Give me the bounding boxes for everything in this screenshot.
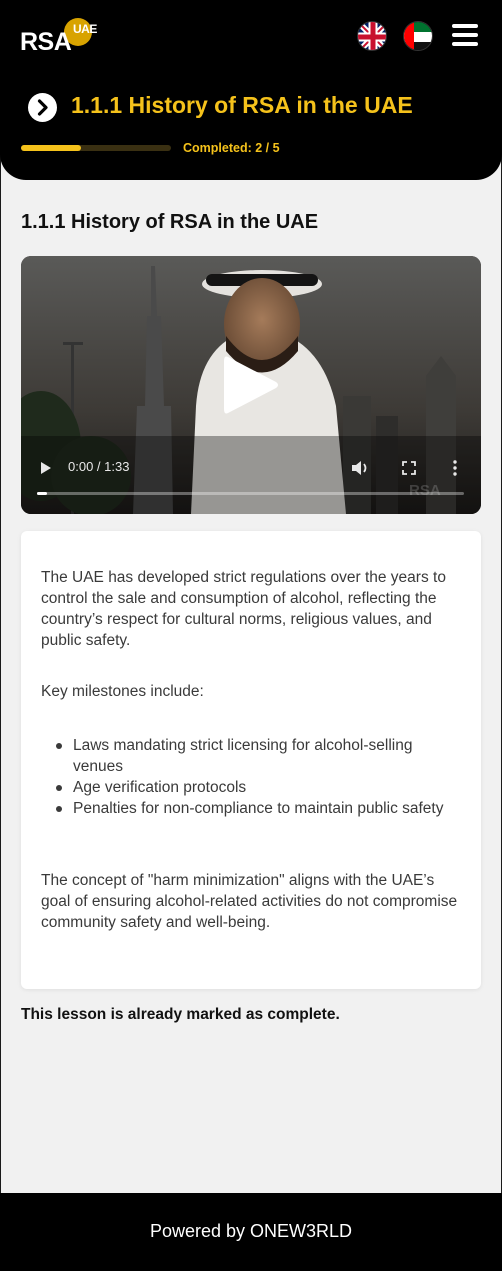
volume-icon[interactable] [351, 459, 371, 477]
uk-flag-icon[interactable] [357, 21, 387, 51]
milestones-list: Laws mandating strict licensing for alco… [41, 735, 461, 819]
lesson-paragraph-1: The UAE has developed strict regulations… [41, 569, 446, 649]
logo-text: RSA [20, 28, 72, 56]
list-item: Penalties for non-compliance to maintain… [41, 798, 461, 819]
lesson-paragraph-3: The concept of "harm minimization" align… [41, 872, 458, 931]
lesson-paragraph-2: Key milestones include: [41, 683, 204, 700]
logo-sup-text: UAE [73, 22, 97, 36]
video-watermark: RSA [409, 482, 441, 499]
list-item: Laws mandating strict licensing for alco… [41, 735, 461, 777]
progress-bar [21, 145, 171, 151]
hamburger-menu-icon[interactable] [452, 24, 478, 46]
video-time: 0:00 / 1:33 [68, 459, 130, 474]
header: RSA UAE 1.1.1 History of RSA in the UAE … [0, 0, 502, 180]
video-player[interactable]: 0:00 / 1:33 RSA [21, 256, 481, 514]
control-play-icon[interactable] [39, 461, 53, 475]
list-item: Age verification protocols [41, 777, 461, 798]
video-seek-fill [37, 492, 47, 495]
video-seek-bar[interactable] [37, 492, 464, 495]
play-icon[interactable] [220, 353, 282, 417]
uae-flag-icon[interactable] [403, 21, 433, 51]
rsa-uae-logo[interactable]: RSA UAE [20, 18, 100, 56]
more-options-icon[interactable] [451, 459, 459, 477]
lesson-status-note: This lesson is already marked as complet… [21, 1006, 340, 1023]
completed-count: Completed: 2 / 5 [183, 141, 280, 155]
footer-text: Powered by ONEW3RLD [149, 1221, 353, 1241]
fullscreen-icon[interactable] [401, 460, 417, 476]
footer: Powered by ONEW3RLD [0, 1193, 502, 1271]
lesson-title: 1.1.1 History of RSA in the UAE [21, 211, 319, 233]
chevron-right-icon[interactable] [28, 93, 57, 122]
header-title-row: 1.1.1 History of RSA in the UAE [28, 92, 488, 122]
header-lesson-title: 1.1.1 History of RSA in the UAE [71, 92, 413, 118]
progress-bar-fill [21, 145, 81, 151]
lesson-content-card: The UAE has developed strict regulations… [21, 531, 481, 989]
